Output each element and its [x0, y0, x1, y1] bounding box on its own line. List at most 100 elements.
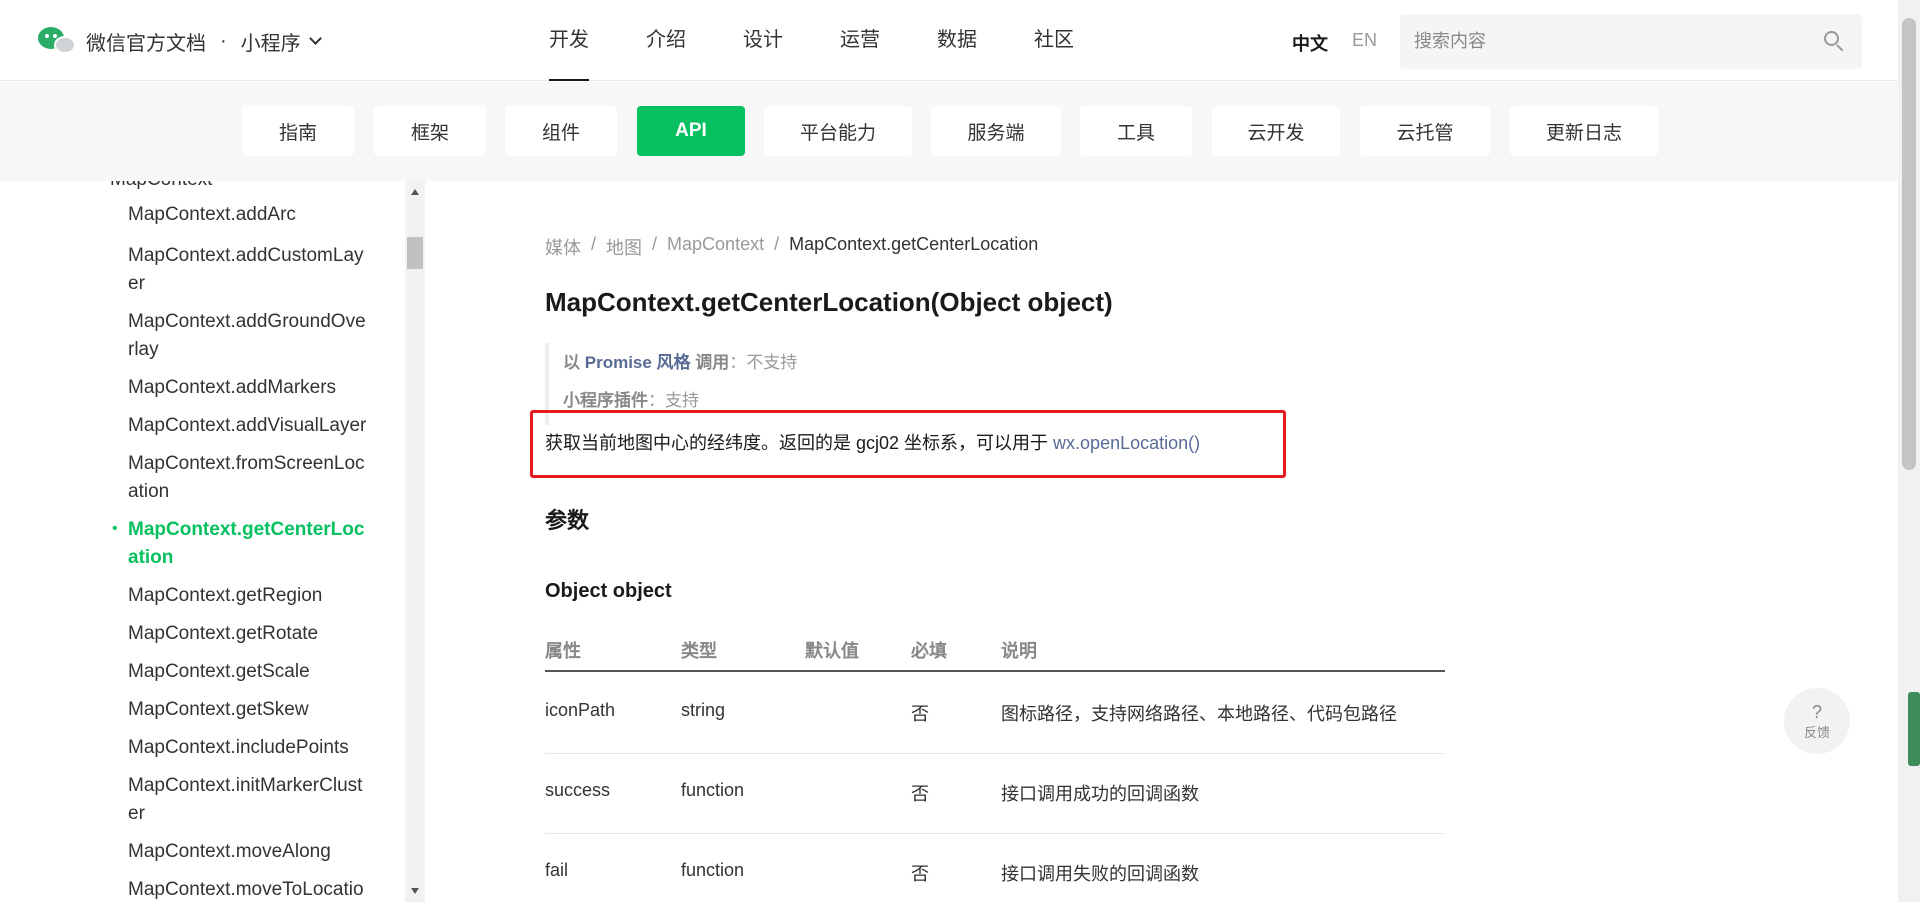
page-scrollbar[interactable] — [1898, 0, 1920, 902]
scroll-up-icon[interactable] — [411, 189, 419, 195]
promise-style-link[interactable]: Promise 风格 — [585, 353, 691, 372]
nav-item-data[interactable]: 数据 — [937, 0, 977, 81]
breadcrumb-separator: / — [591, 234, 597, 254]
sidebar-item-addarc[interactable]: MapContext.addArc — [128, 201, 368, 229]
sidebar-item-movetolocation[interactable]: MapContext.moveToLocatio — [128, 876, 368, 902]
search-box — [1400, 14, 1862, 69]
api-description: 获取当前地图中心的经纬度。返回的是 gcj02 坐标系，可以用于 wx.open… — [545, 429, 1200, 455]
cell-description: 接口调用失败的回调函数 — [1001, 864, 1199, 884]
description-text: 获取当前地图中心的经纬度。返回的是 gcj02 坐标系，可以用于 — [545, 433, 1054, 453]
open-location-link[interactable]: wx.openLocation() — [1053, 433, 1200, 453]
scroll-down-icon[interactable] — [411, 888, 419, 894]
header-description: 说明 — [1001, 641, 1037, 661]
cell-required: 否 — [911, 864, 929, 884]
breadcrumb-media[interactable]: 媒体 — [545, 234, 581, 260]
breadcrumb-map[interactable]: 地图 — [606, 234, 642, 260]
product-dropdown-label: 小程序 — [240, 32, 301, 55]
nav-item-intro[interactable]: 介绍 — [646, 0, 686, 81]
sidebar-item-addgroundoverlay[interactable]: MapContext.addGroundOverlay — [128, 308, 368, 364]
cell-description: 接口调用成功的回调函数 — [1001, 784, 1199, 804]
tab-cloud-hosting[interactable]: 云托管 — [1360, 106, 1490, 156]
top-header: 微信官方文档 · 小程序 开发 介绍 设计 运营 数据 社区 中文 EN — [0, 0, 1898, 81]
lang-en-button[interactable]: EN — [1352, 30, 1377, 56]
breadcrumb-current: MapContext.getCenterLocation — [789, 234, 1039, 254]
sidebar-item-getscale[interactable]: MapContext.getScale — [128, 658, 368, 686]
cell-type: string — [681, 700, 726, 720]
cell-property: fail — [545, 860, 569, 880]
params-heading: 参数 — [545, 508, 590, 533]
header-type: 类型 — [681, 641, 717, 661]
brand-separator: · — [220, 29, 227, 52]
support-info-quote: 以 Promise 风格 调用：不支持 小程序插件：支持 — [545, 343, 1145, 425]
tab-api[interactable]: API — [637, 106, 745, 156]
sidebar-scrollbar[interactable] — [405, 181, 425, 902]
sub-nav: 指南 框架 组件 API 平台能力 服务端 工具 云开发 云托管 更新日志 — [0, 82, 1898, 181]
sidebar-item-addvisuallayer[interactable]: MapContext.addVisualLayer — [128, 412, 368, 440]
search-input[interactable] — [1400, 31, 1800, 52]
nav-item-develop[interactable]: 开发 — [549, 0, 589, 81]
header-property: 属性 — [545, 641, 581, 661]
plugin-label: 小程序插件 — [563, 391, 648, 410]
breadcrumb: 媒体 / 地图 / MapContext / MapContext.getCen… — [545, 234, 1038, 260]
chevron-down-icon — [308, 31, 322, 45]
sidebar-parent-mapcontext[interactable]: MapContext — [110, 181, 212, 191]
promise-prefix: 以 — [563, 353, 585, 372]
tab-cloud-dev[interactable]: 云开发 — [1212, 106, 1340, 156]
cell-required: 否 — [911, 784, 929, 804]
breadcrumb-mapcontext[interactable]: MapContext — [667, 234, 764, 260]
sidebar-scroll-thumb[interactable] — [407, 237, 423, 269]
plugin-support-line: 小程序插件：支持 — [563, 386, 699, 411]
table-row: success function 否 接口调用成功的回调函数 — [545, 754, 1445, 834]
cell-property: iconPath — [545, 700, 616, 720]
side-widget-icon[interactable] — [1908, 692, 1920, 766]
sidebar-item-getrotate[interactable]: MapContext.getRotate — [128, 620, 368, 648]
tab-framework[interactable]: 框架 — [374, 106, 486, 156]
table-row: fail function 否 接口调用失败的回调函数 — [545, 834, 1445, 902]
sidebar-item-addcustomlayer[interactable]: MapContext.addCustomLayer — [128, 242, 368, 298]
main-content: 媒体 / 地图 / MapContext / MapContext.getCen… — [425, 181, 1898, 902]
sidebar-item-includepoints[interactable]: MapContext.includePoints — [128, 734, 368, 762]
nav-item-community[interactable]: 社区 — [1034, 0, 1074, 81]
promise-value: ：不支持 — [729, 353, 798, 372]
question-icon: ? — [1811, 701, 1822, 722]
cell-property: success — [545, 780, 611, 800]
cell-type: function — [681, 780, 745, 800]
nav-item-operate[interactable]: 运营 — [840, 0, 880, 81]
sidebar-item-initmarkercluster[interactable]: MapContext.initMarkerCluster — [128, 772, 368, 828]
tab-server[interactable]: 服务端 — [931, 106, 1061, 156]
promise-label: 调用 — [690, 353, 730, 372]
active-bullet-icon: • — [112, 520, 118, 537]
breadcrumb-separator: / — [652, 234, 658, 254]
header-default: 默认值 — [805, 641, 859, 661]
page-scroll-thumb[interactable] — [1902, 18, 1916, 470]
wechat-logo-icon — [38, 25, 78, 57]
object-heading: Object object — [545, 580, 672, 602]
tab-tools[interactable]: 工具 — [1080, 106, 1192, 156]
sidebar-item-movealong[interactable]: MapContext.moveAlong — [128, 838, 368, 866]
tab-guide[interactable]: 指南 — [242, 106, 354, 156]
product-dropdown[interactable]: 小程序 — [240, 27, 322, 56]
sidebar-item-getregion[interactable]: MapContext.getRegion — [128, 582, 368, 610]
tab-changelog[interactable]: 更新日志 — [1510, 106, 1658, 156]
sidebar-item-getskew[interactable]: MapContext.getSkew — [128, 696, 368, 724]
tab-platform[interactable]: 平台能力 — [764, 106, 912, 156]
table-header: 属性 类型 默认值 必填 说明 — [545, 634, 1445, 672]
tab-components[interactable]: 组件 — [505, 106, 617, 156]
sidebar: MapContext MapContext.addArc MapContext.… — [0, 181, 425, 902]
brand-title[interactable]: 微信官方文档 — [86, 27, 206, 56]
search-icon[interactable] — [1824, 31, 1844, 52]
page-title: MapContext.getCenterLocation(Object obje… — [545, 287, 1113, 317]
cell-required: 否 — [911, 704, 929, 724]
sidebar-item-fromscreenlocation[interactable]: MapContext.fromScreenLocation — [128, 450, 368, 506]
language-switch: 中文 EN — [1292, 30, 1377, 56]
sidebar-item-addmarkers[interactable]: MapContext.addMarkers — [128, 374, 368, 402]
sidebar-item-getcenterlocation[interactable]: MapContext.getCenterLocation — [128, 516, 368, 572]
nav-item-design[interactable]: 设计 — [743, 0, 783, 81]
feedback-button[interactable]: ? 反馈 — [1784, 688, 1850, 754]
lang-zh-button[interactable]: 中文 — [1292, 30, 1328, 56]
cell-type: function — [681, 860, 745, 880]
promise-support-line: 以 Promise 风格 调用：不支持 — [563, 348, 797, 373]
plugin-value: ：支持 — [648, 391, 699, 410]
brand[interactable]: 微信官方文档 · 小程序 — [38, 24, 322, 58]
cell-description: 图标路径，支持网络路径、本地路径、代码包路径 — [1001, 704, 1397, 724]
